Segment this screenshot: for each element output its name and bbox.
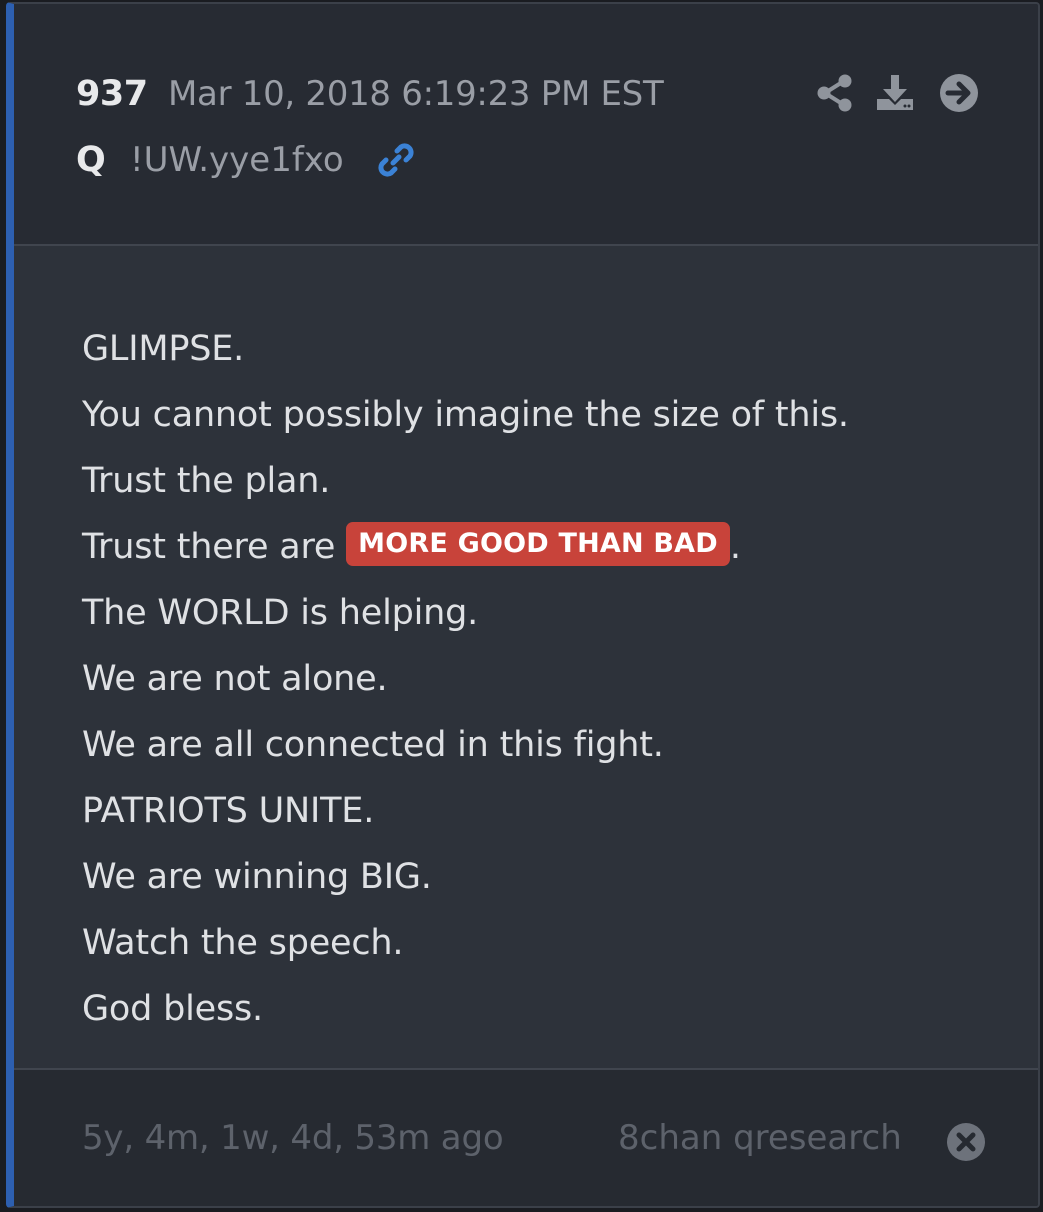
text-line-suffix: . bbox=[729, 527, 741, 567]
text-line: You cannot possibly imagine the size of … bbox=[82, 395, 849, 435]
text-line-prefix: Trust there are bbox=[82, 527, 347, 567]
post-card: 937 Mar 10, 2018 6:19:23 PM EST Q !UW.yy… bbox=[6, 2, 1040, 1208]
post-header: 937 Mar 10, 2018 6:19:23 PM EST Q !UW.yy… bbox=[14, 4, 1038, 246]
text-line: We are all connected in this fight. bbox=[82, 725, 664, 765]
text-line-highlighted: Trust there are MORE GOOD THAN BAD. bbox=[82, 514, 849, 580]
text-line: GLIMPSE. bbox=[82, 329, 245, 369]
download-icon[interactable] bbox=[874, 72, 916, 114]
share-icon[interactable] bbox=[814, 72, 856, 114]
post-text: GLIMPSE. You cannot possibly imagine the… bbox=[82, 316, 849, 1042]
tripcode: !UW.yye1fxo bbox=[130, 140, 344, 180]
text-line: PATRIOTS UNITE. bbox=[82, 791, 375, 831]
text-line: We are not alone. bbox=[82, 659, 388, 699]
post-body: GLIMPSE. You cannot possibly imagine the… bbox=[14, 246, 1038, 1068]
arrow-right-circle-icon[interactable] bbox=[938, 72, 980, 114]
text-line: Trust the plan. bbox=[82, 461, 331, 501]
post-footer: 5y, 4m, 1w, 4d, 53m ago 8chan qresearch bbox=[14, 1068, 1038, 1206]
source-board[interactable]: 8chan qresearch bbox=[618, 1118, 902, 1158]
post-date: Mar 10, 2018 6:19:23 PM EST bbox=[168, 74, 664, 114]
relative-time: 5y, 4m, 1w, 4d, 53m ago bbox=[82, 1118, 504, 1158]
text-line: Watch the speech. bbox=[82, 923, 404, 963]
text-line: God bless. bbox=[82, 989, 263, 1029]
post-number[interactable]: 937 bbox=[76, 74, 148, 114]
text-line: The WORLD is helping. bbox=[82, 593, 479, 633]
text-line: We are winning BIG. bbox=[82, 857, 432, 897]
author-name: Q bbox=[76, 140, 106, 180]
link-icon[interactable] bbox=[374, 138, 418, 182]
close-circle-icon[interactable] bbox=[946, 1122, 986, 1162]
highlight-badge: MORE GOOD THAN BAD bbox=[346, 522, 730, 566]
